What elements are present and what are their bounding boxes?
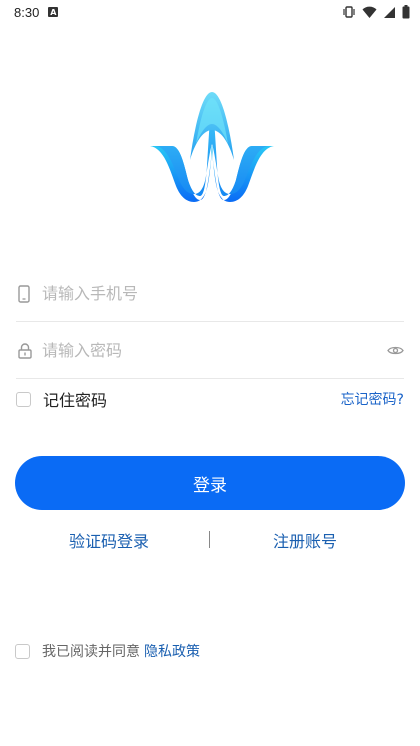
remember-checkbox[interactable]: [16, 391, 31, 407]
forgot-password-link[interactable]: 忘记密码?: [341, 389, 404, 409]
cell-signal-icon: [383, 6, 396, 19]
status-bar: 8:30 A: [0, 0, 420, 24]
agreement-checkbox[interactable]: [15, 643, 30, 659]
alt-links: 验证码登录 注册账号: [0, 527, 420, 553]
password-input[interactable]: [42, 330, 378, 371]
link-divider: [209, 531, 210, 548]
password-field[interactable]: [16, 323, 404, 379]
privacy-policy-link[interactable]: 隐私政策: [144, 641, 200, 661]
status-icons: [342, 5, 410, 19]
remember-row: 记住密码 忘记密码?: [16, 384, 404, 414]
phone-input[interactable]: [42, 273, 404, 314]
login-button[interactable]: 登录: [15, 456, 405, 510]
battery-icon: [402, 5, 410, 19]
remember-label: 记住密码: [43, 391, 108, 410]
notification-badge-icon: A: [48, 7, 59, 17]
agreement-text: 我已阅读并同意: [42, 644, 140, 660]
agreement-row: 我已阅读并同意 隐私政策: [15, 640, 200, 662]
register-link[interactable]: 注册账号: [273, 528, 337, 552]
lock-icon: [16, 342, 40, 359]
sms-login-link[interactable]: 验证码登录: [69, 528, 149, 552]
phone-icon: [16, 284, 40, 303]
phone-field[interactable]: [16, 266, 404, 322]
vibrate-icon: [342, 5, 356, 19]
app-logo: [150, 90, 274, 202]
status-time: 8:30: [14, 4, 40, 20]
eye-icon[interactable]: [378, 345, 404, 356]
wifi-icon: [362, 6, 377, 19]
